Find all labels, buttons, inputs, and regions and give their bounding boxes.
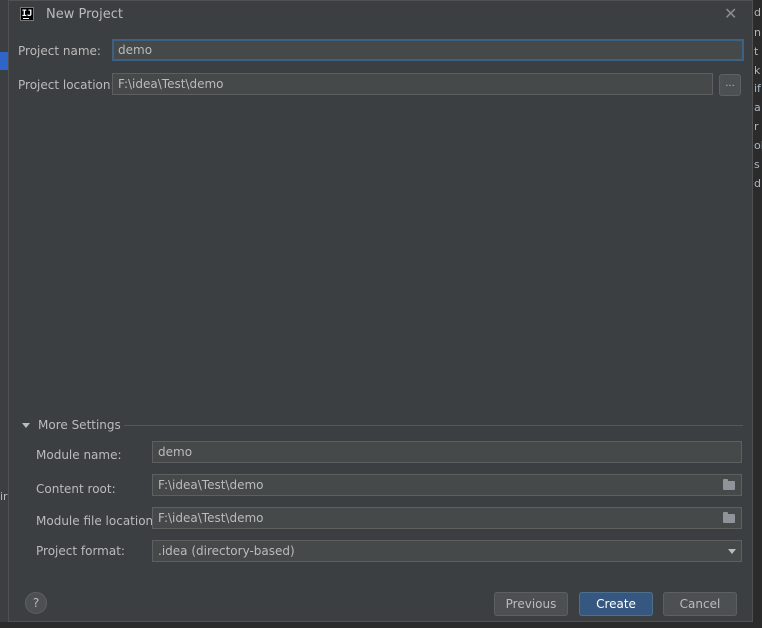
folder-icon[interactable]	[723, 512, 735, 523]
intellij-idea-icon: IJ	[20, 7, 34, 21]
cancel-button[interactable]: Cancel	[663, 592, 737, 616]
chevron-down-icon	[728, 549, 736, 554]
background-ide-left: ir	[0, 0, 8, 628]
background-text-fragment: d	[754, 6, 761, 19]
module-file-location-value: F:\idea\Test\demo	[158, 511, 264, 525]
help-button[interactable]: ?	[25, 592, 47, 614]
close-icon[interactable]: ✕	[724, 4, 737, 23]
background-selection	[0, 52, 8, 70]
previous-button[interactable]: Previous	[494, 592, 568, 616]
background-text-fragment: r	[754, 120, 759, 133]
module-file-location-input[interactable]: F:\idea\Test\demo	[152, 507, 742, 529]
background-text-fragment: d	[754, 177, 761, 190]
background-ide-right: d n t k if a r ol s d	[753, 0, 762, 628]
project-location-label: Project location:	[18, 78, 115, 92]
background-text-fragment: n	[754, 26, 761, 39]
project-name-input[interactable]: demo	[112, 39, 744, 61]
content-root-input[interactable]: F:\idea\Test\demo	[152, 474, 742, 496]
expand-triangle-icon	[22, 423, 30, 428]
more-settings-label: More Settings	[38, 418, 121, 432]
content-root-label: Content root:	[36, 482, 116, 496]
module-name-label: Module name:	[36, 448, 122, 462]
more-settings-separator	[124, 425, 743, 426]
browse-location-button[interactable]: ...	[719, 74, 741, 96]
module-name-input[interactable]: demo	[152, 441, 742, 463]
background-text-fragment: ol	[754, 139, 762, 152]
content-root-value: F:\idea\Test\demo	[158, 478, 264, 492]
folder-icon[interactable]	[723, 479, 735, 490]
new-project-dialog: IJ New Project ✕ Project name: demo Proj…	[8, 0, 753, 622]
background-text-fragment: s	[754, 158, 760, 171]
module-file-location-label: Module file location:	[36, 514, 158, 528]
project-format-value: .idea (directory-based)	[158, 544, 295, 558]
project-format-label: Project format:	[36, 544, 125, 558]
background-text-fragment: k	[754, 64, 761, 77]
dialog-title: New Project	[46, 7, 123, 22]
background-text-fragment: t	[754, 45, 759, 58]
background-ide-bottom	[0, 622, 762, 628]
background-text-fragment: ir	[0, 490, 8, 503]
project-name-label: Project name:	[18, 44, 101, 58]
project-format-select[interactable]: .idea (directory-based)	[152, 540, 742, 562]
create-button[interactable]: Create	[579, 592, 653, 616]
background-text-fragment: a	[754, 101, 761, 114]
project-location-input[interactable]: F:\idea\Test\demo	[112, 73, 713, 95]
title-bar[interactable]: IJ New Project ✕	[9, 1, 752, 29]
background-text-fragment: if	[754, 82, 761, 95]
